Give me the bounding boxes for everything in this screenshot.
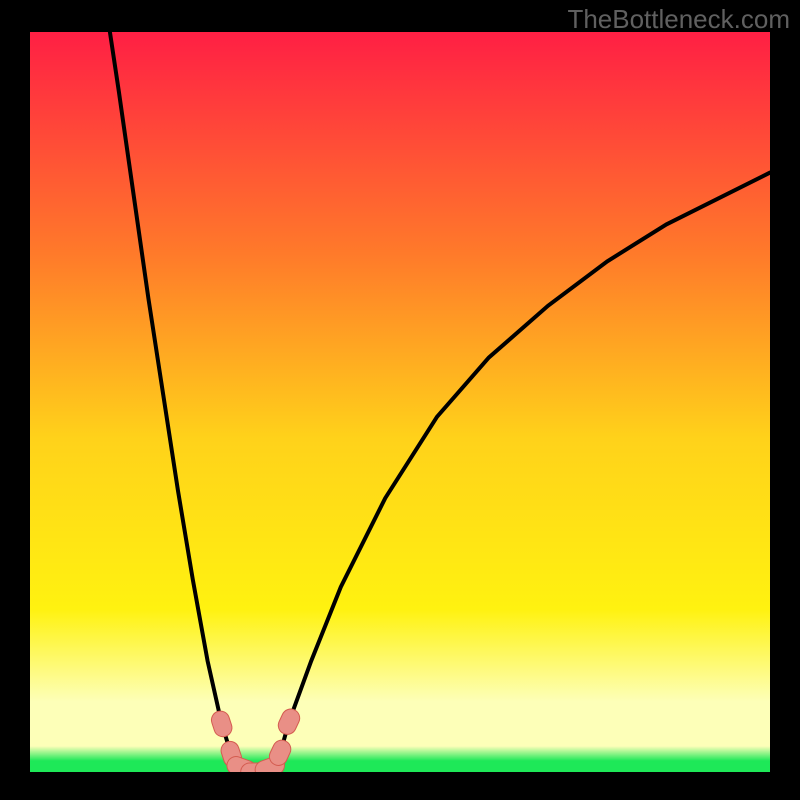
chart-frame: TheBottleneck.com <box>0 0 800 800</box>
bottleneck-chart <box>30 32 770 772</box>
watermark-text: TheBottleneck.com <box>567 4 790 35</box>
gradient-background <box>30 32 770 772</box>
